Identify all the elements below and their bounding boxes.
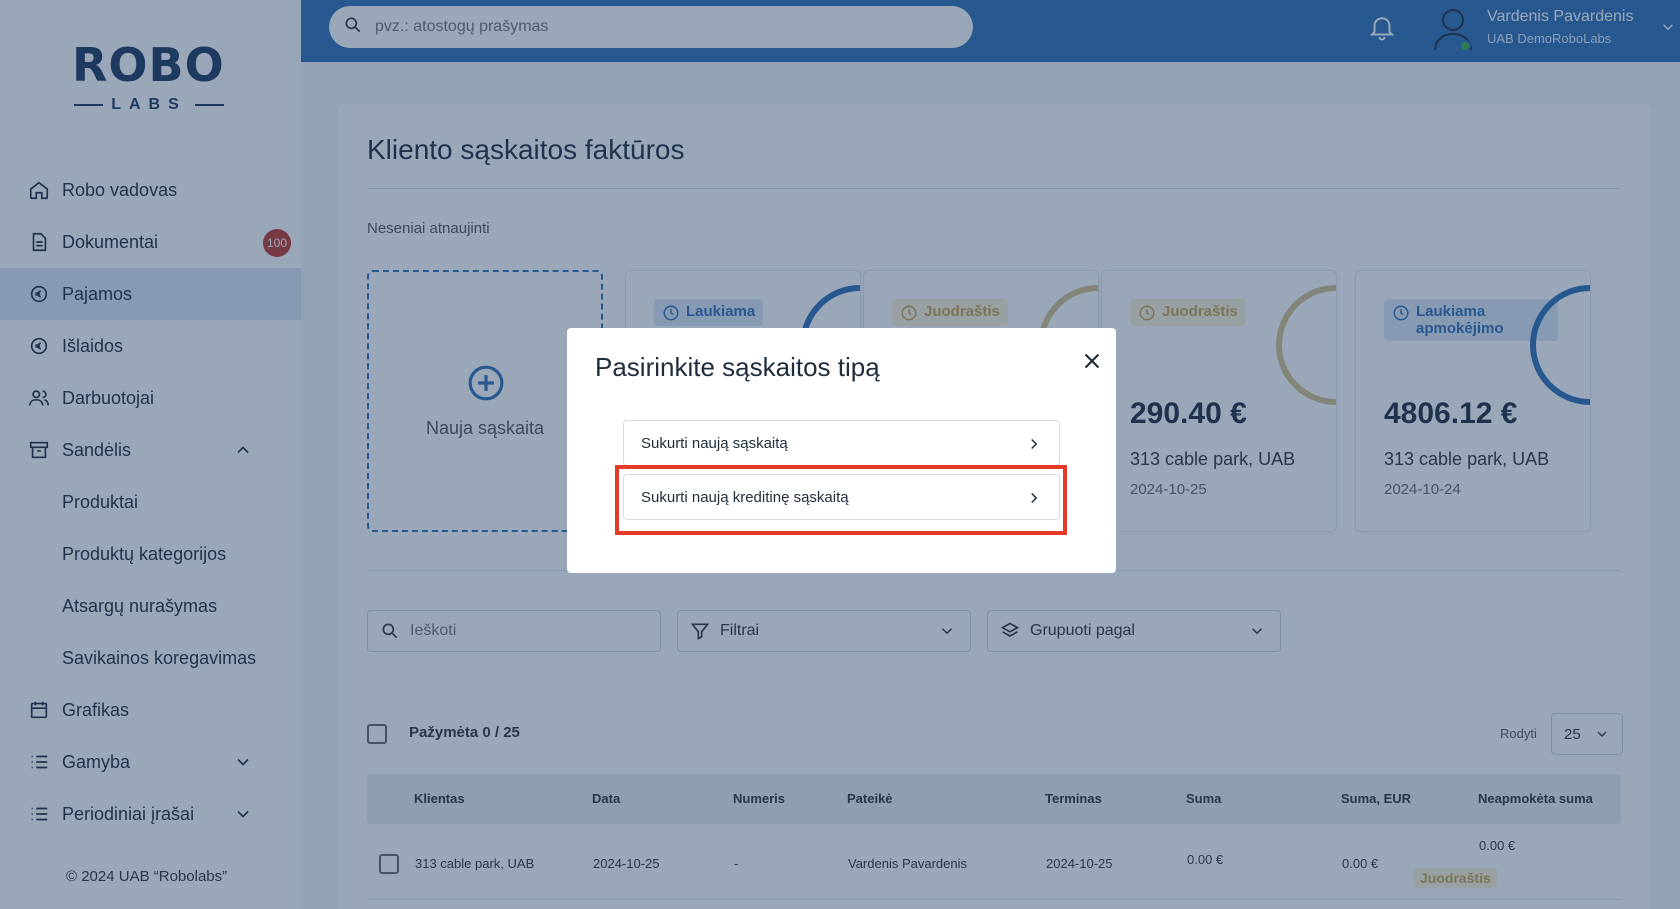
close-icon[interactable]: [1079, 348, 1105, 374]
option-label: Sukurti naują sąskaitą: [641, 434, 788, 452]
create-invoice-option[interactable]: Sukurti naują sąskaitą: [623, 420, 1060, 466]
chevron-right-icon: [1031, 438, 1038, 450]
highlight-box: [615, 465, 1067, 535]
modal-title: Pasirinkite sąskaitos tipą: [595, 352, 880, 382]
invoice-type-modal: Pasirinkite sąskaitos tipą Sukurti naują…: [567, 328, 1116, 573]
